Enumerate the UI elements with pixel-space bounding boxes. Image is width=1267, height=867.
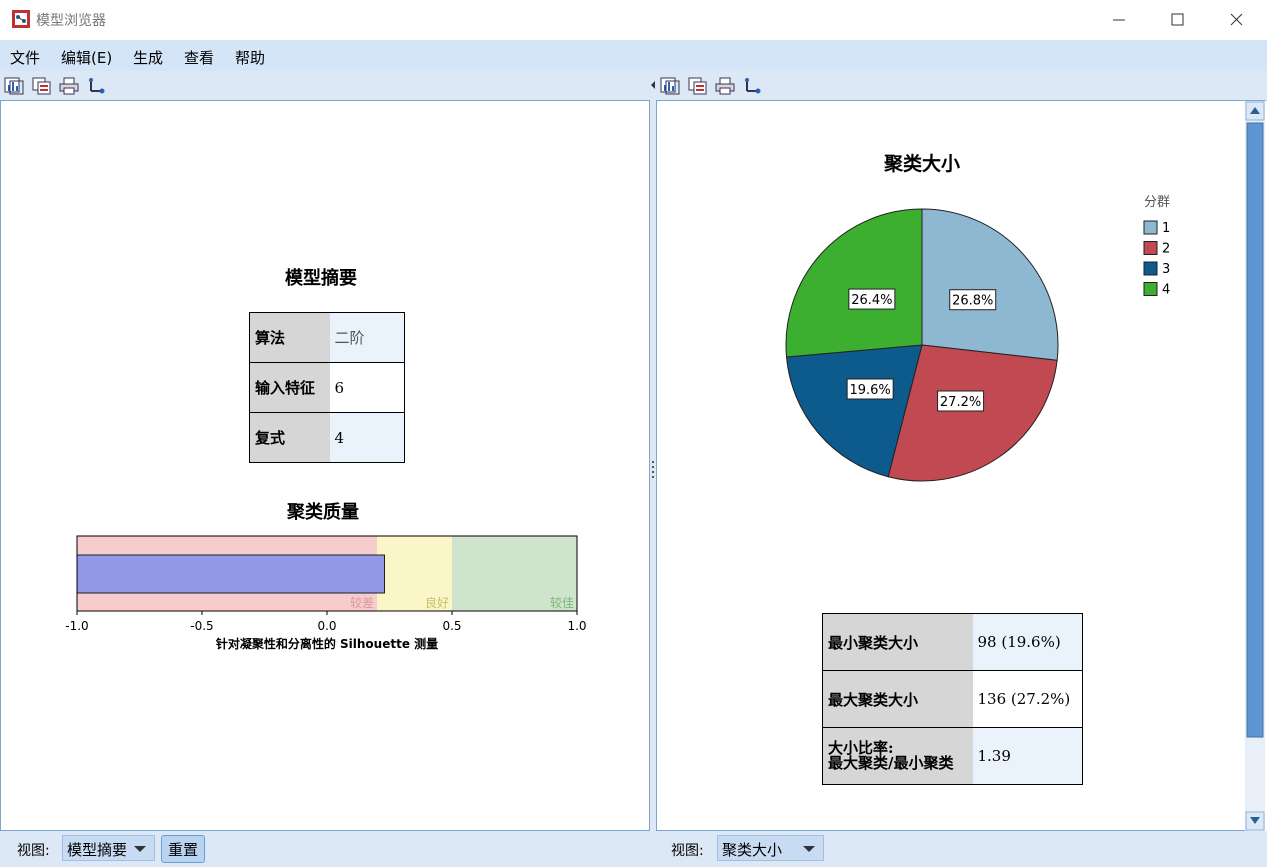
chevron-down-icon — [134, 846, 146, 852]
cluster-size-pie-chart: 聚类大小 26.8% 27.2% 19.6% 26.4% 分群 1 2 3 4 — [785, 152, 1170, 482]
menu-bar: 文件 编辑(E) 生成 查看 帮助 — [0, 40, 1267, 71]
summary-label: 复式 — [249, 412, 330, 463]
band-label: 较佳 — [550, 595, 574, 610]
summary-value: 4 — [329, 412, 405, 463]
window-title: 模型浏览器 — [36, 13, 106, 29]
summary-label: 算法 — [249, 312, 330, 363]
legend-label: 2 — [1162, 242, 1170, 257]
band-label: 良好 — [425, 595, 449, 610]
tree-icon[interactable] — [87, 77, 107, 95]
legend-swatch — [1143, 261, 1158, 276]
stats-value: 1.39 — [972, 727, 1083, 785]
table-row: 输入特征 6 — [249, 362, 405, 413]
legend-swatch — [1143, 241, 1158, 255]
pie-slice — [785, 208, 923, 358]
summary-label: 输入特征 — [249, 362, 330, 413]
left-toolbar — [0, 71, 650, 101]
pie-slice — [921, 208, 1059, 361]
menu-view[interactable]: 查看 — [184, 47, 214, 68]
data-label: 26.4% — [851, 293, 892, 308]
cluster-stats-table: 最小聚类大小 98 (19.6%) 最大聚类大小 136 (27.2%) 大小比… — [822, 613, 1083, 785]
title-bar: 模型浏览器 — [0, 0, 1267, 41]
legend-swatch — [1143, 282, 1158, 296]
x-axis-label: 针对凝聚性和分离性的 Silhouette 测量 — [216, 636, 438, 651]
close-icon[interactable] — [1222, 6, 1250, 34]
summary-value: 二阶 — [329, 312, 405, 363]
menu-file[interactable]: 文件 — [10, 47, 40, 68]
tree-icon[interactable] — [743, 77, 763, 95]
left-pane: 模型摘要 算法 二阶 输入特征 6 复式 4 聚类质量 较差 良好 较佳 -1.0 -0… — [0, 100, 650, 831]
copy-icon[interactable] — [688, 77, 708, 95]
view-dropdown-value: 模型摘要 — [67, 841, 128, 859]
data-label: 27.2% — [940, 395, 981, 410]
right-pane: 聚类大小 26.8% 27.2% 19.6% 26.4% 分群 1 2 3 4 最小聚类大小 98… — [656, 100, 1265, 831]
table-row: 大小比率: 最大聚类/最小聚类 1.39 — [822, 727, 1083, 785]
stats-label: 最大聚类大小 — [822, 670, 973, 728]
maximize-icon[interactable] — [1163, 6, 1191, 34]
stats-value: 136 (27.2%) — [972, 670, 1083, 728]
chevron-down-icon — [803, 846, 815, 852]
model-summary-table: 算法 二阶 输入特征 6 复式 4 — [249, 312, 405, 463]
right-scrollbar[interactable] — [1245, 101, 1265, 831]
view-label: 视图: — [671, 843, 704, 859]
legend-title: 分群 — [1144, 195, 1170, 210]
tick-label: 0.0 — [317, 619, 336, 633]
summary-title: 模型摘要 — [285, 268, 357, 289]
print-icon[interactable] — [715, 77, 735, 95]
right-toolbar — [656, 71, 1267, 101]
left-footer: 视图: 模型摘要 重置 — [0, 831, 650, 867]
tick-label: -1.0 — [65, 619, 88, 633]
silhouette-chart: 较差 良好 较佳 -1.0 -0.5 0.0 0.5 1.0 针对凝聚性和分离性的 Silhou… — [65, 535, 587, 651]
reset-button[interactable]: 重置 — [161, 835, 206, 863]
table-row: 复式 4 — [249, 412, 405, 463]
silhouette-bar — [76, 554, 385, 594]
tick-label: 1.0 — [567, 619, 586, 633]
table-row: 算法 二阶 — [249, 312, 405, 363]
band-label: 较差 — [350, 595, 374, 610]
legend-label: 4 — [1162, 283, 1170, 298]
legend-label: 3 — [1162, 262, 1170, 277]
view-dropdown-value: 聚类大小 — [722, 841, 783, 859]
data-label: 26.8% — [952, 294, 993, 309]
chart-icon[interactable] — [660, 77, 680, 95]
summary-value: 6 — [329, 362, 405, 413]
quality-title: 聚类质量 — [287, 502, 359, 523]
chart-icon[interactable] — [4, 77, 24, 95]
right-footer: 视图: 聚类大小 — [656, 831, 1267, 867]
view-dropdown[interactable]: 聚类大小 — [717, 835, 824, 861]
data-label: 19.6% — [849, 383, 890, 398]
view-label: 视图: — [17, 843, 50, 859]
app-icon — [12, 10, 30, 28]
chart-title: 聚类大小 — [883, 152, 960, 175]
tick-label: -0.5 — [190, 619, 213, 633]
stats-value: 98 (19.6%) — [972, 613, 1083, 671]
tick-label: 0.5 — [442, 619, 461, 633]
minimize-icon[interactable] — [1104, 6, 1132, 34]
menu-help[interactable]: 帮助 — [235, 47, 265, 68]
print-icon[interactable] — [59, 77, 79, 95]
view-dropdown[interactable]: 模型摘要 — [62, 835, 155, 861]
table-row: 最大聚类大小 136 (27.2%) — [822, 670, 1083, 728]
scrollbar-graphic — [1245, 101, 1265, 831]
legend-swatch — [1143, 220, 1158, 235]
legend-label: 1 — [1162, 221, 1170, 236]
stats-label: 最小聚类大小 — [822, 613, 973, 671]
copy-icon[interactable] — [32, 77, 52, 95]
menu-edit[interactable]: 编辑(E) — [61, 47, 112, 68]
table-row: 最小聚类大小 98 (19.6%) — [822, 613, 1083, 671]
stats-label: 大小比率: 最大聚类/最小聚类 — [822, 727, 973, 785]
menu-generate[interactable]: 生成 — [133, 47, 163, 68]
